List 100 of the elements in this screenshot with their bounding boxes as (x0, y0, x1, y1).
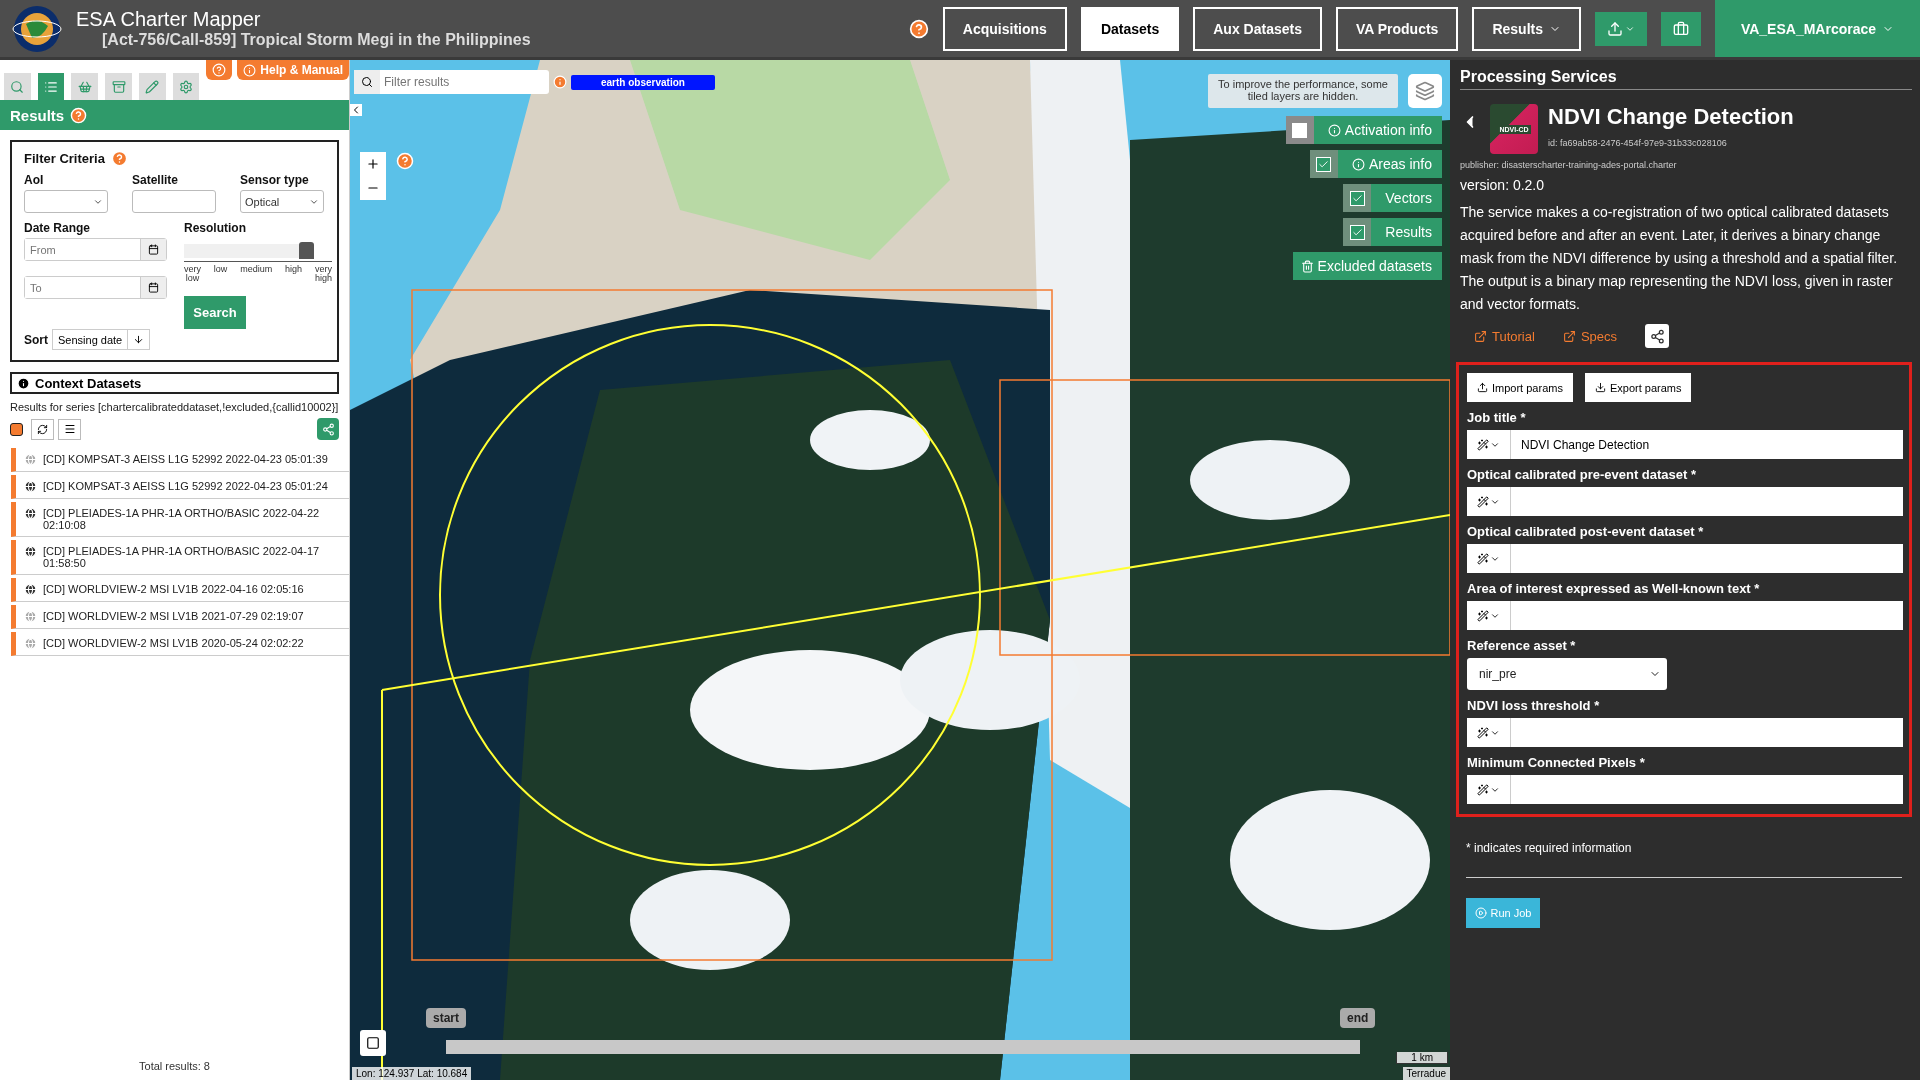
aoi-select[interactable] (24, 190, 108, 213)
square-icon (366, 1036, 380, 1050)
publisher-text: publisher: disasterscharter-training-ades-portal.charter (1460, 160, 1678, 170)
help-icon[interactable] (70, 106, 88, 124)
upload-button[interactable] (1595, 11, 1647, 46)
nav-tab[interactable]: Aux Datasets (1193, 6, 1322, 51)
nav-tab[interactable]: VA Products (1335, 6, 1459, 51)
nav-tab[interactable]: Results (1472, 6, 1581, 51)
filter-input[interactable]: Filter results (380, 75, 549, 89)
help-icon[interactable] (908, 18, 929, 39)
play-icon (1474, 907, 1487, 919)
external-link-icon (1562, 329, 1576, 343)
checkbox[interactable] (1349, 224, 1365, 240)
briefcase-icon (1673, 20, 1689, 37)
layer-toggle[interactable]: Results (1343, 218, 1442, 246)
refresh-icon (37, 423, 48, 435)
doc-link[interactable]: Specs (1562, 328, 1617, 344)
filter-field[interactable]: Filter results (354, 70, 549, 94)
layer-toggle[interactable]: Activation info (1285, 116, 1442, 144)
layers-icon (1415, 81, 1435, 101)
share-icon (321, 422, 335, 436)
user-menu[interactable]: VA_ESA_MArcorace (1715, 0, 1920, 57)
checkbox[interactable] (1349, 190, 1365, 206)
nav-tab[interactable]: Datasets (1080, 6, 1180, 51)
upload-icon (1607, 20, 1623, 37)
performance-notice: To improve the performance, some tiled layers are hidden. (1208, 74, 1398, 108)
checkbox[interactable] (1292, 122, 1308, 138)
context-datasets-title: Context Datasets (35, 375, 142, 391)
sensor-type-label: Sensor type (240, 173, 310, 187)
calendar-button[interactable] (140, 277, 166, 298)
search-button[interactable]: Search (184, 296, 246, 329)
share-button[interactable] (1645, 324, 1669, 348)
search-icon (361, 76, 373, 88)
plus-icon (366, 157, 380, 171)
share-icon (1649, 328, 1665, 344)
info-icon (17, 376, 30, 390)
aoi-label: AoI (24, 173, 45, 187)
menu-icon (63, 423, 76, 435)
satellite-field[interactable] (132, 190, 216, 213)
field-label: Optical calibrated post-event dataset * (1467, 524, 1705, 539)
search-icon (10, 79, 25, 94)
check-icon (1318, 158, 1330, 170)
help-button[interactable] (206, 60, 233, 80)
timeline-track[interactable] (446, 1040, 1360, 1054)
to-date-field[interactable]: To (24, 276, 167, 299)
layer-toggle[interactable]: Vectors (1343, 184, 1442, 212)
info-icon (1327, 123, 1341, 137)
basket-tab[interactable] (71, 73, 99, 100)
sensor-type-select[interactable]: Optical (240, 190, 324, 213)
timeline-end: end (1340, 1008, 1376, 1028)
pencil-tab[interactable] (138, 73, 166, 100)
wand-menu-button[interactable] (1467, 544, 1511, 573)
service-id: id: fa69ab58-2476-454f-97e9-31b33c028106 (1548, 138, 1728, 148)
refresh-button[interactable] (31, 418, 54, 440)
from-date-field[interactable]: From (24, 238, 167, 261)
wand-icon (1477, 438, 1489, 451)
tick-label: high (285, 265, 303, 276)
map-attribution: Terradue (1402, 1067, 1450, 1080)
dataset-label: [CD] WORLDVIEW-2 MSI LV1B 2020-05-24 02:02:22 (43, 637, 304, 650)
sort-select[interactable]: Sensing date (52, 329, 151, 350)
wand-menu-button[interactable] (1467, 487, 1511, 516)
layer-toggle[interactable]: Areas info (1309, 150, 1442, 178)
info-icon[interactable] (553, 75, 567, 89)
search-tab[interactable] (4, 73, 31, 100)
dataset-label: [CD] KOMPSAT-3 AEISS L1G 52992 2022-04-23 05:01:39 (43, 453, 328, 466)
field-label: NDVI loss threshold * (1467, 698, 1601, 713)
resolution-slider[interactable] (184, 244, 314, 258)
layers-button[interactable] (1408, 74, 1442, 108)
briefcase-button[interactable] (1661, 11, 1701, 46)
slider-thumb[interactable] (299, 242, 314, 259)
select-field[interactable]: nir_pre (1467, 658, 1667, 690)
service-description: The service makes a co-registration of two optical calibrated datasets acquired before and after an event. Later, it derives a binary change mask from the NDVI difference by using a threshold and a spatial filter. The output is a binary map representing the NDVI loss, given in raster and vector formats. (1460, 203, 1899, 314)
wand-menu-button[interactable] (1467, 718, 1511, 747)
dataset-label: [CD] PLEIADES-1A PHR-1A ORTHO/BASIC 2022-04-22 02:10:08 (43, 507, 321, 531)
panel-heading: Processing Services (1460, 68, 1912, 90)
nav-tab[interactable]: Acquisitions (942, 6, 1067, 51)
checkbox[interactable] (1316, 156, 1332, 172)
import-params-button[interactable]: Import params (1467, 373, 1573, 402)
basket-icon (77, 79, 92, 94)
field-label: Job title * (1467, 410, 1527, 425)
wand-menu-button[interactable] (1467, 430, 1511, 459)
calendar-button[interactable] (140, 239, 166, 260)
frame-button[interactable] (360, 1030, 386, 1056)
list-tab[interactable] (37, 73, 65, 100)
results-title: Results (10, 106, 65, 124)
calendar-icon (148, 244, 159, 255)
app-title: ESA Charter Mapper (76, 8, 262, 31)
field-label: Optical calibrated pre-event dataset * (1467, 467, 1698, 482)
wand-menu-button[interactable] (1467, 775, 1511, 804)
gear-tab[interactable] (172, 73, 200, 100)
collapse-icon[interactable] (350, 104, 362, 116)
wand-menu-button[interactable] (1467, 601, 1511, 630)
color-swatch[interactable] (10, 422, 23, 436)
archive-tab[interactable] (105, 73, 132, 100)
doc-link[interactable]: Tutorial (1474, 328, 1535, 344)
export-params-button[interactable]: Export params (1584, 373, 1692, 402)
wand-icon (1477, 552, 1489, 565)
menu-button[interactable] (58, 418, 81, 440)
series-text: Results for series [chartercalibrateddataset,!excluded,{callid10002}] (10, 401, 339, 413)
excluded-datasets-button[interactable]: Excluded datasets (1292, 252, 1442, 280)
